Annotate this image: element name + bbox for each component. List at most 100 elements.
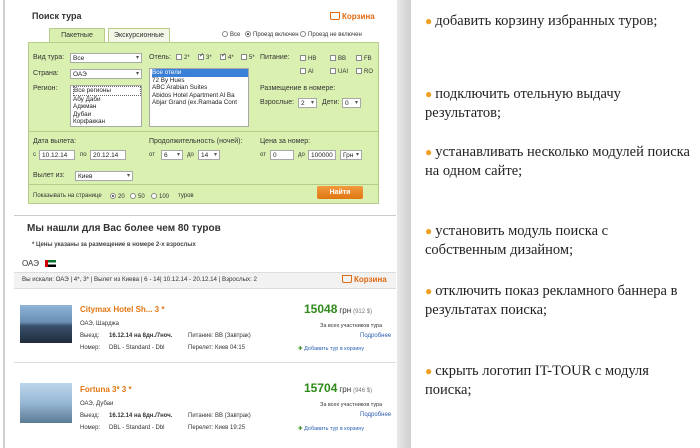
region-option[interactable]: Аджман — [73, 103, 141, 111]
uae-flag-icon — [45, 260, 56, 267]
bullet-icon: ● — [425, 145, 433, 159]
meal-uai-checkbox[interactable]: UAI — [330, 68, 348, 75]
details-link[interactable]: Подробнее — [360, 333, 391, 339]
meal-value: BB (Завтрак) — [215, 413, 251, 419]
radio-transfer-included[interactable]: Проезд включен — [245, 31, 299, 38]
room-label: Номер: — [80, 425, 101, 431]
price-label: Цена за номер: — [260, 138, 311, 145]
results-count: Мы нашли для Вас более чем 80 туров — [27, 223, 221, 234]
checkbox-icon — [356, 68, 362, 74]
date-label: Дата вылета: — [33, 138, 76, 145]
kids-select[interactable]: 0 — [342, 98, 361, 108]
price-to-input[interactable]: 100000 — [308, 150, 336, 160]
star-label: 3* — [206, 55, 212, 61]
row-divider — [14, 362, 396, 363]
region-option[interactable]: Дубаи — [73, 111, 141, 119]
region-option[interactable]: Все регионы — [73, 86, 141, 96]
meal-option-label: FB — [364, 56, 372, 62]
per-page-suffix: туров — [178, 193, 194, 199]
per-page-50[interactable]: 50 — [130, 193, 145, 200]
feature-text: добавить корзину избранных туров; — [435, 13, 658, 29]
feature-text: устанавливать несколько модулей поиска н… — [425, 144, 690, 179]
per-page-20[interactable]: 20 — [110, 193, 125, 200]
meal-ai-checkbox[interactable]: AI — [300, 68, 314, 75]
meal-hb-checkbox[interactable]: HB — [300, 55, 316, 62]
nights-to-select[interactable]: 14 — [198, 150, 220, 160]
hotel-option[interactable]: Abjar Grand (ex.Ramada Cont — [152, 99, 248, 107]
meal-bb-checkbox[interactable]: BB — [330, 55, 346, 62]
price-value: 15048 — [304, 302, 338, 316]
date-from-input[interactable]: 10.12.14 — [39, 150, 75, 160]
hotel-photo[interactable] — [20, 305, 72, 343]
country-select[interactable]: ОАЭ — [70, 69, 142, 79]
price-to-prefix: до — [298, 152, 305, 158]
radio-transfer-excluded[interactable]: Проезд не включен — [300, 31, 362, 38]
price-usd: (946 $) — [353, 388, 373, 394]
results-cart-link[interactable]: Корзина — [342, 275, 387, 284]
region-option[interactable]: Корфаккан — [73, 118, 141, 126]
price-currency: грн — [339, 385, 352, 394]
tab-package[interactable]: Пакетные — [49, 28, 105, 43]
tour-type-select[interactable]: Все — [70, 53, 142, 63]
meal-fb-checkbox[interactable]: FB — [356, 55, 372, 62]
per-page-option-label: 100 — [159, 194, 170, 200]
price-from-input[interactable]: 0 — [270, 150, 294, 160]
star-3-checkbox[interactable]: 3* — [198, 52, 212, 61]
hotel-option[interactable]: ABC Arabian Suites — [152, 84, 248, 92]
region-option[interactable]: Абу Даби — [73, 96, 141, 104]
panel-divider — [28, 131, 379, 132]
depart-select[interactable]: Киев — [75, 171, 133, 181]
tour-type-label: Вид тура: — [33, 54, 65, 61]
hotel-list[interactable]: Все отели 72 By Hues ABC Arabian Suites … — [149, 68, 249, 127]
country-label: Страна: — [33, 70, 59, 77]
details-link[interactable]: Подробнее — [360, 412, 391, 418]
search-button[interactable]: Найти — [317, 186, 363, 199]
bullet-icon: ● — [425, 364, 433, 378]
currency-select[interactable]: Грн — [340, 150, 362, 160]
feature-item: ● подключить отельную выдачу результатов; — [425, 85, 693, 123]
adults-select[interactable]: 2 — [298, 98, 317, 108]
meal-ro-checkbox[interactable]: RO — [356, 68, 373, 75]
tab-excursion[interactable]: Экскурсионные — [108, 28, 170, 43]
search-module: Поиск тура Корзина Пакетные Экскурсионны… — [0, 0, 414, 448]
hotel-name[interactable]: Citymax Hotel Sh... 3 * — [80, 305, 164, 314]
checkbox-icon — [300, 55, 306, 61]
left-border — [3, 0, 5, 448]
price-note: За всех участников тура — [320, 402, 383, 408]
date-to-input[interactable]: 20.12.14 — [90, 150, 126, 160]
depart-label: Выезд: — [80, 413, 100, 419]
meal-value: BB (Завтрак) — [215, 333, 251, 339]
nights-label: Продолжительность (ночей): — [149, 138, 243, 145]
hotel-option[interactable]: Abidos Hotel Apartment Al Ba — [152, 92, 248, 100]
radio-label: Все — [230, 32, 241, 38]
checkbox-icon — [176, 54, 182, 60]
adults-label: Взрослые: — [260, 99, 295, 106]
bullet-icon: ● — [425, 224, 433, 238]
per-page-label: Показывать на странице — [33, 193, 102, 199]
star-5-checkbox[interactable]: 5* — [241, 54, 255, 61]
star-4-checkbox[interactable]: 4* — [220, 52, 234, 61]
radio-all[interactable]: Все — [222, 31, 240, 38]
per-page-option-label: 50 — [138, 194, 145, 200]
add-to-cart-link[interactable]: ✚ Добавить тур в корзину — [298, 426, 364, 432]
room-label: Номер: — [80, 345, 101, 351]
cart-link[interactable]: Корзина — [330, 12, 375, 21]
region-list[interactable]: Все регионы Абу Даби Аджман Дубаи Корфак… — [70, 85, 142, 127]
radio-label: Проезд не включен — [308, 32, 362, 38]
hotel-name[interactable]: Fortuna 3* 3 * — [80, 385, 132, 394]
hotel-option[interactable]: 72 By Hues — [152, 77, 248, 85]
checkbox-icon — [241, 54, 247, 60]
checkbox-icon — [330, 55, 336, 61]
star-label: 5* — [249, 55, 255, 61]
meal-option-label: RO — [364, 69, 373, 75]
flight-label: Перелет: — [188, 345, 214, 351]
feature-item: ● установить модуль поиска с собственным … — [425, 222, 693, 260]
per-page-100[interactable]: 100 — [151, 193, 169, 200]
star-2-checkbox[interactable]: 2* — [176, 54, 190, 61]
hotel-option[interactable]: Все отели — [152, 69, 248, 77]
add-to-cart-link[interactable]: ✚ Добавить тур в корзину — [298, 346, 364, 352]
nights-from-select[interactable]: 6 — [161, 150, 183, 160]
results-country: ОАЭ — [22, 259, 39, 268]
radio-icon — [130, 193, 136, 199]
hotel-photo[interactable] — [20, 383, 72, 423]
